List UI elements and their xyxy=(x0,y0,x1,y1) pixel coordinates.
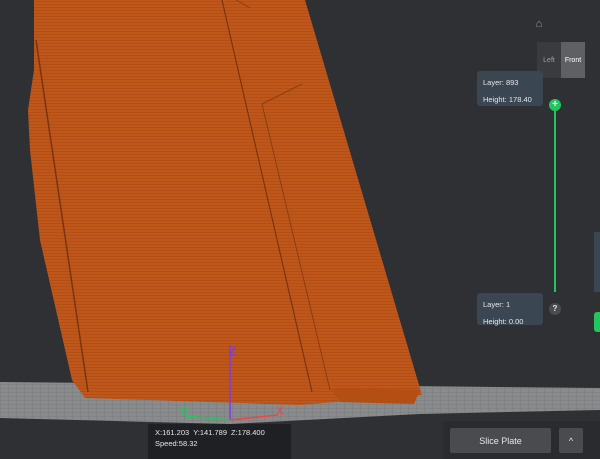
coord-x: X:161.203 xyxy=(155,428,190,437)
scene-canvas: Z Y X xyxy=(0,0,600,424)
x-axis-label: X xyxy=(276,404,284,418)
z-axis-label: Z xyxy=(229,344,236,358)
layer-value: 1 xyxy=(505,300,511,309)
layer-value: 893 xyxy=(505,78,519,87)
height-value: 178.40 xyxy=(508,95,532,104)
y-axis-label: Y xyxy=(178,404,186,418)
side-panel-edge[interactable] xyxy=(594,232,600,292)
height-label: Height: xyxy=(483,317,507,326)
view-toggle: Left Front xyxy=(537,42,585,78)
home-icon: ⌂ xyxy=(535,18,543,30)
layer-label: Layer: xyxy=(483,300,504,309)
3d-viewport[interactable]: Z Y X xyxy=(0,0,600,459)
coord-y: Y:141.789 xyxy=(193,428,227,437)
coordinate-readout: X:161.203 Y:141.789 Z:178.400 Speed:58.32 xyxy=(148,424,291,459)
side-toggle-edge[interactable] xyxy=(594,312,600,332)
coord-z: Z:178.400 xyxy=(231,428,265,437)
layer-slider-handle-plus-icon[interactable]: + xyxy=(549,99,561,111)
model-part xyxy=(28,0,422,405)
speed-readout: Speed:58.32 xyxy=(155,439,198,448)
layer-label: Layer: xyxy=(483,78,504,87)
height-value: 0.00 xyxy=(508,317,524,326)
home-view-button[interactable]: ⌂ xyxy=(531,16,547,32)
slice-plate-button[interactable]: Slice Plate xyxy=(450,428,551,453)
top-layer-info: Layer: 893 Height: 178.40 xyxy=(477,71,543,106)
expand-chevron-up-icon[interactable]: ^ xyxy=(559,428,583,453)
model-foot xyxy=(330,388,420,404)
view-front-button[interactable]: Front xyxy=(561,42,585,78)
bottom-layer-info: Layer: 1 Height: 0.00 xyxy=(477,293,543,326)
height-label: Height: xyxy=(483,95,507,104)
help-icon[interactable]: ? xyxy=(549,303,561,315)
layer-slider-track[interactable] xyxy=(554,104,556,292)
